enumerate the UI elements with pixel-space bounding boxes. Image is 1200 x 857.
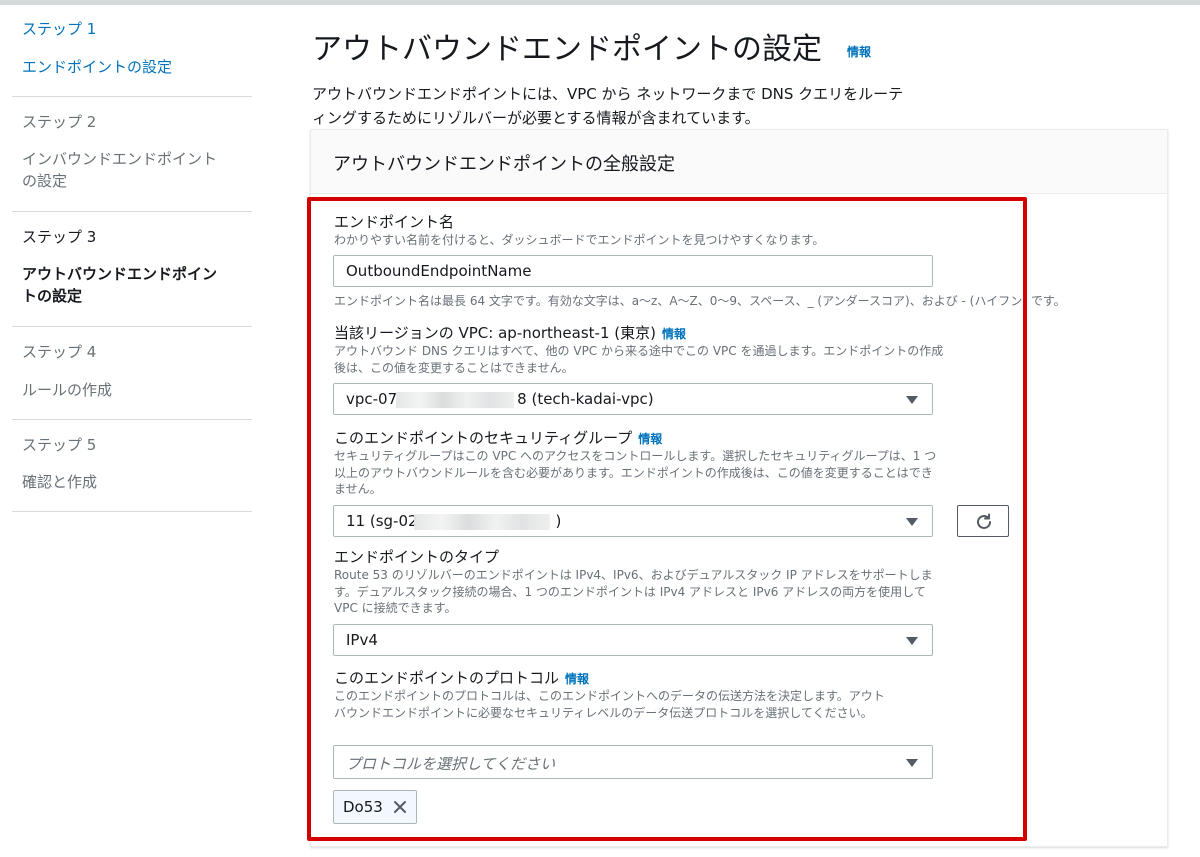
- refresh-icon: [977, 513, 991, 529]
- endpoint-type-value: IPv4: [346, 631, 378, 649]
- close-icon[interactable]: [392, 799, 408, 815]
- info-link[interactable]: 情報: [847, 43, 871, 60]
- endpoint-type-select[interactable]: IPv4: [333, 624, 933, 656]
- vpc-id-prefix: vpc-07: [346, 390, 398, 408]
- vpc-select[interactable]: vpc-07 8 (tech-kadai-vpc): [333, 383, 933, 415]
- page-title: アウトバウンドエンドポイントの設定: [312, 32, 822, 67]
- step-title-link[interactable]: エンドポイントの設定: [22, 56, 222, 78]
- caret-down-icon: [906, 396, 918, 404]
- step-number: ステップ 5: [22, 436, 97, 454]
- wizard-step-5[interactable]: ステップ 5 確認と作成: [0, 4, 1200, 491]
- vpc-label: 当該リージョンの VPC: ap-northeast-1 (東京) 情報: [334, 322, 686, 343]
- security-group-label-text: このエンドポイントのセキュリティグループ: [334, 429, 633, 447]
- security-group-label: このエンドポイントのセキュリティグループ 情報: [334, 427, 662, 448]
- step-divider: [12, 211, 252, 212]
- step-title: ルールの作成: [22, 381, 113, 399]
- endpoint-name-label: エンドポイント名: [334, 213, 455, 231]
- redaction-blur: [414, 514, 550, 530]
- caret-down-icon: [906, 759, 918, 767]
- token-label: Do53: [343, 798, 383, 816]
- redaction-blur: [396, 392, 514, 408]
- endpoint-name-description: わかりやすい名前を付けると、ダッシュボードでエンドポイントを見つけやすくなります…: [334, 233, 825, 247]
- protocol-label: このエンドポイントのプロトコル 情報: [334, 667, 589, 688]
- page-description: アウトバウンドエンドポイントには、VPC から ネットワークまで DNS クエリ…: [312, 85, 904, 127]
- step-number: ステップ 4: [22, 343, 97, 361]
- protocol-label-text: このエンドポイントのプロトコル: [334, 669, 560, 687]
- protocol-placeholder: プロトコルを選択してください: [346, 755, 556, 773]
- security-group-select[interactable]: 11 (sg-02): [333, 505, 933, 537]
- step-title: 確認と作成: [22, 473, 98, 491]
- security-group-description: セキュリティグループはこの VPC へのアクセスをコントロールします。選択したセ…: [334, 449, 937, 496]
- vpc-id-suffix: 8 (tech-kadai-vpc): [517, 390, 654, 408]
- endpoint-type-description: Route 53 のリゾルバーのエンドポイントは IPv4、IPv6、およびデュ…: [334, 568, 933, 615]
- vpc-label-text: 当該リージョンの VPC: ap-northeast-1 (東京): [334, 324, 656, 342]
- step-divider: [12, 511, 252, 512]
- sg-id-prefix: 11 (sg-02: [346, 512, 418, 530]
- info-link[interactable]: 情報: [565, 672, 589, 686]
- panel-header: アウトバウンドエンドポイントの全般設定: [311, 130, 1167, 194]
- panel-title: アウトバウンドエンドポイントの全般設定: [333, 154, 675, 175]
- step-title: アウトバウンドエンドポイントの設定: [22, 265, 218, 305]
- endpoint-name-value: OutboundEndpointName: [346, 262, 532, 280]
- info-link[interactable]: 情報: [662, 327, 686, 341]
- endpoint-name-input[interactable]: OutboundEndpointName: [333, 255, 933, 287]
- step-number: ステップ 2: [22, 113, 97, 131]
- caret-down-icon: [906, 637, 918, 645]
- step-divider: [12, 419, 252, 420]
- step-number: ステップ 3: [22, 228, 97, 246]
- sg-id-suffix: ): [555, 512, 562, 530]
- vpc-description: アウトバウンド DNS クエリはすべて、他の VPC から来る途中でこの VPC…: [334, 344, 944, 375]
- step-number: ステップ 1: [22, 20, 97, 38]
- caret-down-icon: [906, 518, 918, 526]
- step-title: インバウンドエンドポイントの設定: [22, 150, 218, 190]
- info-link[interactable]: 情報: [638, 432, 662, 446]
- wizard-steps-nav: ステップ 1 エンドポイントの設定 ステップ 2 インバウンドエンドポイントの設…: [0, 0, 1200, 512]
- step-divider: [12, 326, 252, 327]
- endpoint-name-constraint: エンドポイント名は最長 64 文字です。有効な文字は、a〜z、A〜Z、0〜9、ス…: [334, 294, 1066, 308]
- step-divider: [12, 96, 252, 97]
- selected-protocol-token: Do53: [333, 790, 417, 824]
- refresh-button[interactable]: [957, 505, 1009, 537]
- protocol-description: このエンドポイントのプロトコルは、このエンドポイントへのデータの伝送方法を決定し…: [334, 689, 885, 720]
- protocol-multiselect[interactable]: プロトコルを選択してください: [333, 745, 933, 779]
- endpoint-type-label: エンドポイントのタイプ: [334, 548, 500, 566]
